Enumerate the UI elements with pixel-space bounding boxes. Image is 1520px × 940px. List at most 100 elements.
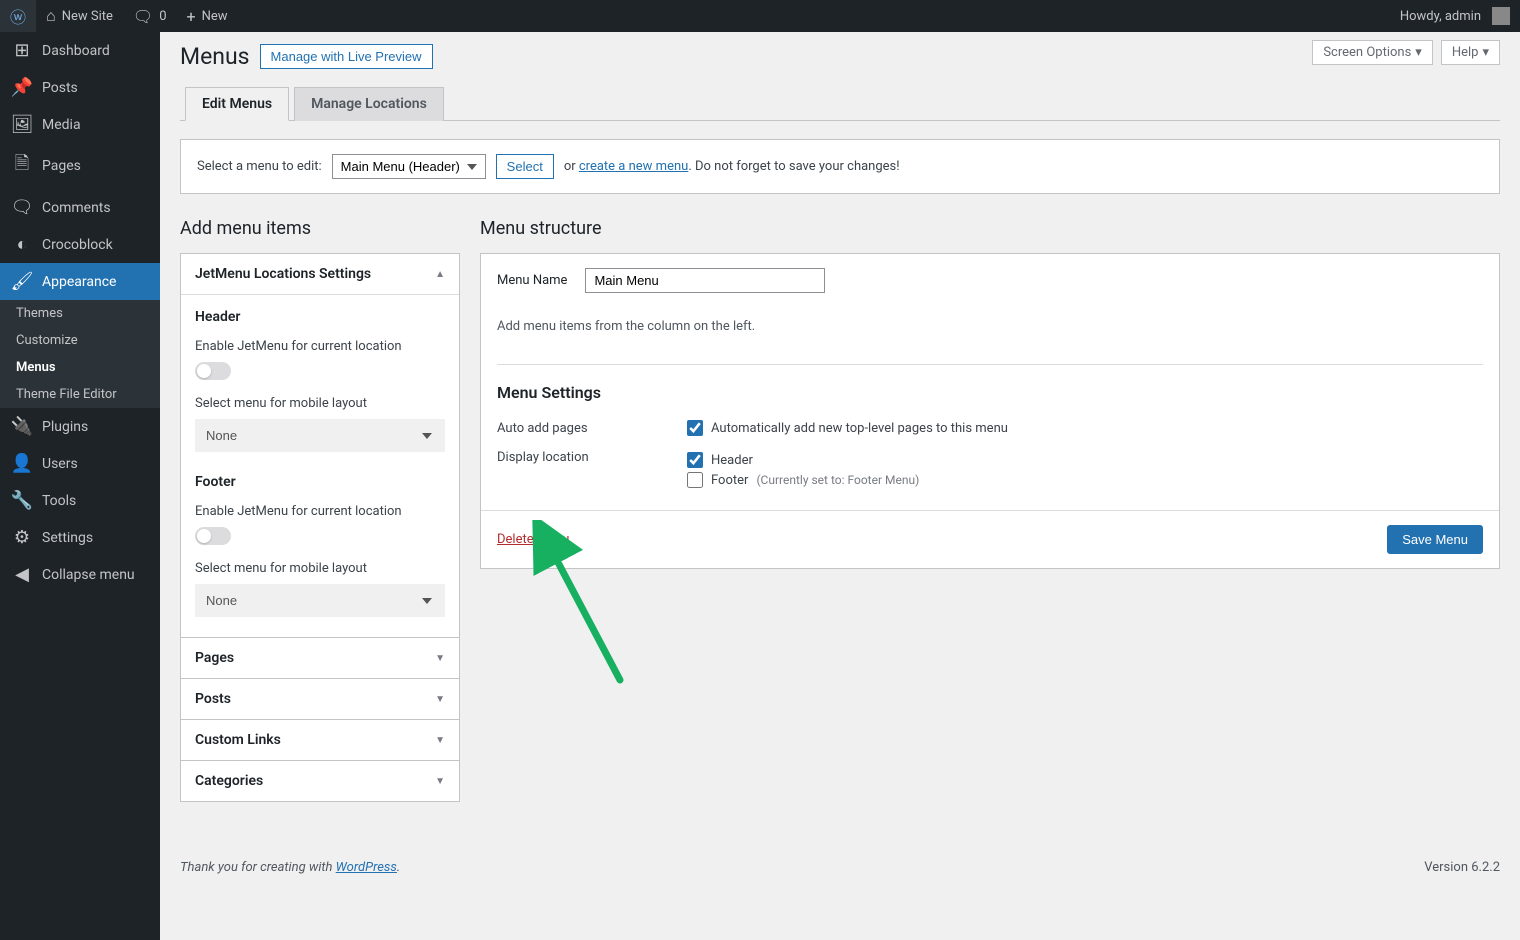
sidebar-item-plugins[interactable]: 🔌Plugins: [0, 408, 160, 445]
new-link[interactable]: + New: [177, 0, 238, 32]
sidebar-item-comments[interactable]: 🗨Comments: [0, 189, 160, 226]
caret-down-icon: ▾: [1415, 45, 1422, 60]
submenu-themes[interactable]: Themes: [0, 300, 160, 327]
location-header-row[interactable]: Header: [687, 450, 1483, 470]
home-icon: ⌂: [46, 6, 56, 26]
site-link[interactable]: ⌂ New Site: [36, 0, 123, 32]
save-menu-button[interactable]: Save Menu: [1387, 525, 1483, 554]
submenu-menus[interactable]: Menus: [0, 354, 160, 381]
location-footer-checkbox[interactable]: [687, 472, 703, 488]
page-footer: Thank you for creating with WordPress. V…: [160, 842, 1520, 893]
media-icon: 🖼: [12, 114, 32, 135]
auto-add-label: Auto add pages: [497, 421, 687, 436]
caret-down-icon: ▼: [435, 776, 445, 787]
location-header-checkbox[interactable]: [687, 452, 703, 468]
acc-posts-header[interactable]: Posts▼: [181, 678, 459, 719]
nav-tabs: Edit Menus Manage Locations: [180, 86, 1500, 121]
jetmenu-header-title: Header: [195, 309, 445, 325]
tab-manage-locations[interactable]: Manage Locations: [294, 87, 444, 121]
submenu-theme-file-editor[interactable]: Theme File Editor: [0, 381, 160, 408]
add-items-accordion: JetMenu Locations Settings ▲ Header Enab…: [180, 253, 460, 802]
sidebar-item-dashboard[interactable]: ⊞Dashboard: [0, 32, 160, 69]
howdy-link[interactable]: Howdy, admin: [1390, 0, 1520, 32]
add-items-title: Add menu items: [180, 218, 460, 239]
page-icon: 🗎: [12, 151, 32, 181]
appearance-submenu: Themes Customize Menus Theme File Editor: [0, 300, 160, 408]
sidebar-item-appearance[interactable]: 🖌Appearance: [0, 263, 160, 300]
caret-up-icon: ▲: [435, 269, 445, 280]
croco-icon: ◐: [12, 234, 32, 255]
select-prefix: Select a menu to edit:: [197, 159, 322, 174]
sidebar-item-collapse[interactable]: ◀Collapse menu: [0, 556, 160, 593]
menu-structure-panel: Menu Name Add menu items from the column…: [480, 253, 1500, 569]
avatar-icon: [1492, 7, 1510, 25]
jetmenu-footer-title: Footer: [195, 474, 445, 490]
sidebar-item-pages[interactable]: 🗎Pages: [0, 143, 160, 189]
add-items-hint: Add menu items from the column on the le…: [481, 307, 1499, 364]
plus-icon: +: [187, 7, 196, 26]
admin-sidebar: ⊞Dashboard 📌Posts 🖼Media 🗎Pages 🗨Comment…: [0, 32, 160, 940]
submenu-customize[interactable]: Customize: [0, 327, 160, 354]
sidebar-item-users[interactable]: 👤Users: [0, 445, 160, 482]
location-footer-note: (Currently set to: Footer Menu): [756, 473, 919, 487]
help-button[interactable]: Help▾: [1441, 40, 1500, 65]
plug-icon: 🔌: [12, 416, 32, 437]
mobile-layout-select-footer[interactable]: None: [195, 584, 445, 617]
page-title: Menus: [180, 43, 250, 70]
select-button[interactable]: Select: [496, 154, 554, 179]
live-preview-button[interactable]: Manage with Live Preview: [260, 44, 433, 69]
sidebar-item-crocoblock[interactable]: ◐Crocoblock: [0, 226, 160, 263]
caret-down-icon: ▼: [435, 735, 445, 746]
delete-menu-link[interactable]: Delete Menu: [497, 532, 569, 547]
acc-pages-header[interactable]: Pages▼: [181, 637, 459, 678]
howdy-text: Howdy, admin: [1400, 9, 1481, 24]
version-text: Version 6.2.2: [1424, 860, 1500, 875]
menu-name-input[interactable]: [585, 268, 825, 293]
new-label: New: [202, 9, 228, 24]
tab-edit-menus[interactable]: Edit Menus: [185, 87, 289, 121]
sidebar-item-posts[interactable]: 📌Posts: [0, 69, 160, 106]
menu-settings-title: Menu Settings: [481, 365, 1499, 412]
wrench-icon: 🔧: [12, 490, 32, 511]
acc-jetmenu-header[interactable]: JetMenu Locations Settings ▲: [181, 254, 459, 294]
sidebar-item-settings[interactable]: ⚙Settings: [0, 519, 160, 556]
auto-add-checkbox-row[interactable]: Automatically add new top-level pages to…: [687, 418, 1483, 438]
menu-select-bar: Select a menu to edit: Main Menu (Header…: [180, 139, 1500, 194]
caret-down-icon: ▼: [435, 653, 445, 664]
display-location-label: Display location: [497, 450, 687, 465]
user-icon: 👤: [12, 453, 32, 474]
enable-jetmenu-toggle-footer[interactable]: [195, 527, 231, 545]
comments-link[interactable]: 🗨0: [123, 0, 177, 32]
acc-jetmenu-body: Header Enable JetMenu for current locati…: [181, 294, 459, 637]
enable-jetmenu-toggle-header[interactable]: [195, 362, 231, 380]
auto-add-checkbox[interactable]: [687, 420, 703, 436]
dashboard-icon: ⊞: [12, 40, 32, 61]
mobile-layout-label-header: Select menu for mobile layout: [195, 396, 445, 411]
sidebar-item-tools[interactable]: 🔧Tools: [0, 482, 160, 519]
enable-jetmenu-label-footer: Enable JetMenu for current location: [195, 504, 445, 519]
menu-structure-title: Menu structure: [480, 218, 1500, 239]
main-content: Screen Options▾ Help▾ Menus Manage with …: [160, 32, 1520, 842]
sliders-icon: ⚙: [12, 527, 32, 548]
admin-bar: ⓦ ⌂New Site 🗨0 +New Howdy, admin: [0, 0, 1520, 32]
location-footer-row[interactable]: Footer (Currently set to: Footer Menu): [687, 470, 1483, 490]
brush-icon: 🖌: [12, 271, 32, 292]
collapse-icon: ◀: [12, 564, 32, 585]
comment-count: 0: [159, 9, 166, 24]
wordpress-icon: ⓦ: [10, 4, 26, 28]
acc-custom-links-header[interactable]: Custom Links▼: [181, 719, 459, 760]
screen-options-button[interactable]: Screen Options▾: [1312, 40, 1433, 65]
mobile-layout-select-header[interactable]: None: [195, 419, 445, 452]
enable-jetmenu-label-header: Enable JetMenu for current location: [195, 339, 445, 354]
caret-down-icon: ▼: [435, 694, 445, 705]
site-name: New Site: [62, 9, 113, 24]
comment-icon: 🗨: [133, 7, 153, 26]
comment-icon: 🗨: [12, 197, 32, 218]
create-new-menu-link[interactable]: create a new menu: [579, 159, 688, 174]
menu-select[interactable]: Main Menu (Header): [332, 154, 486, 179]
menu-name-label: Menu Name: [497, 273, 567, 288]
wordpress-link[interactable]: WordPress: [336, 860, 397, 875]
acc-categories-header[interactable]: Categories▼: [181, 760, 459, 801]
sidebar-item-media[interactable]: 🖼Media: [0, 106, 160, 143]
wp-logo[interactable]: ⓦ: [0, 0, 36, 32]
